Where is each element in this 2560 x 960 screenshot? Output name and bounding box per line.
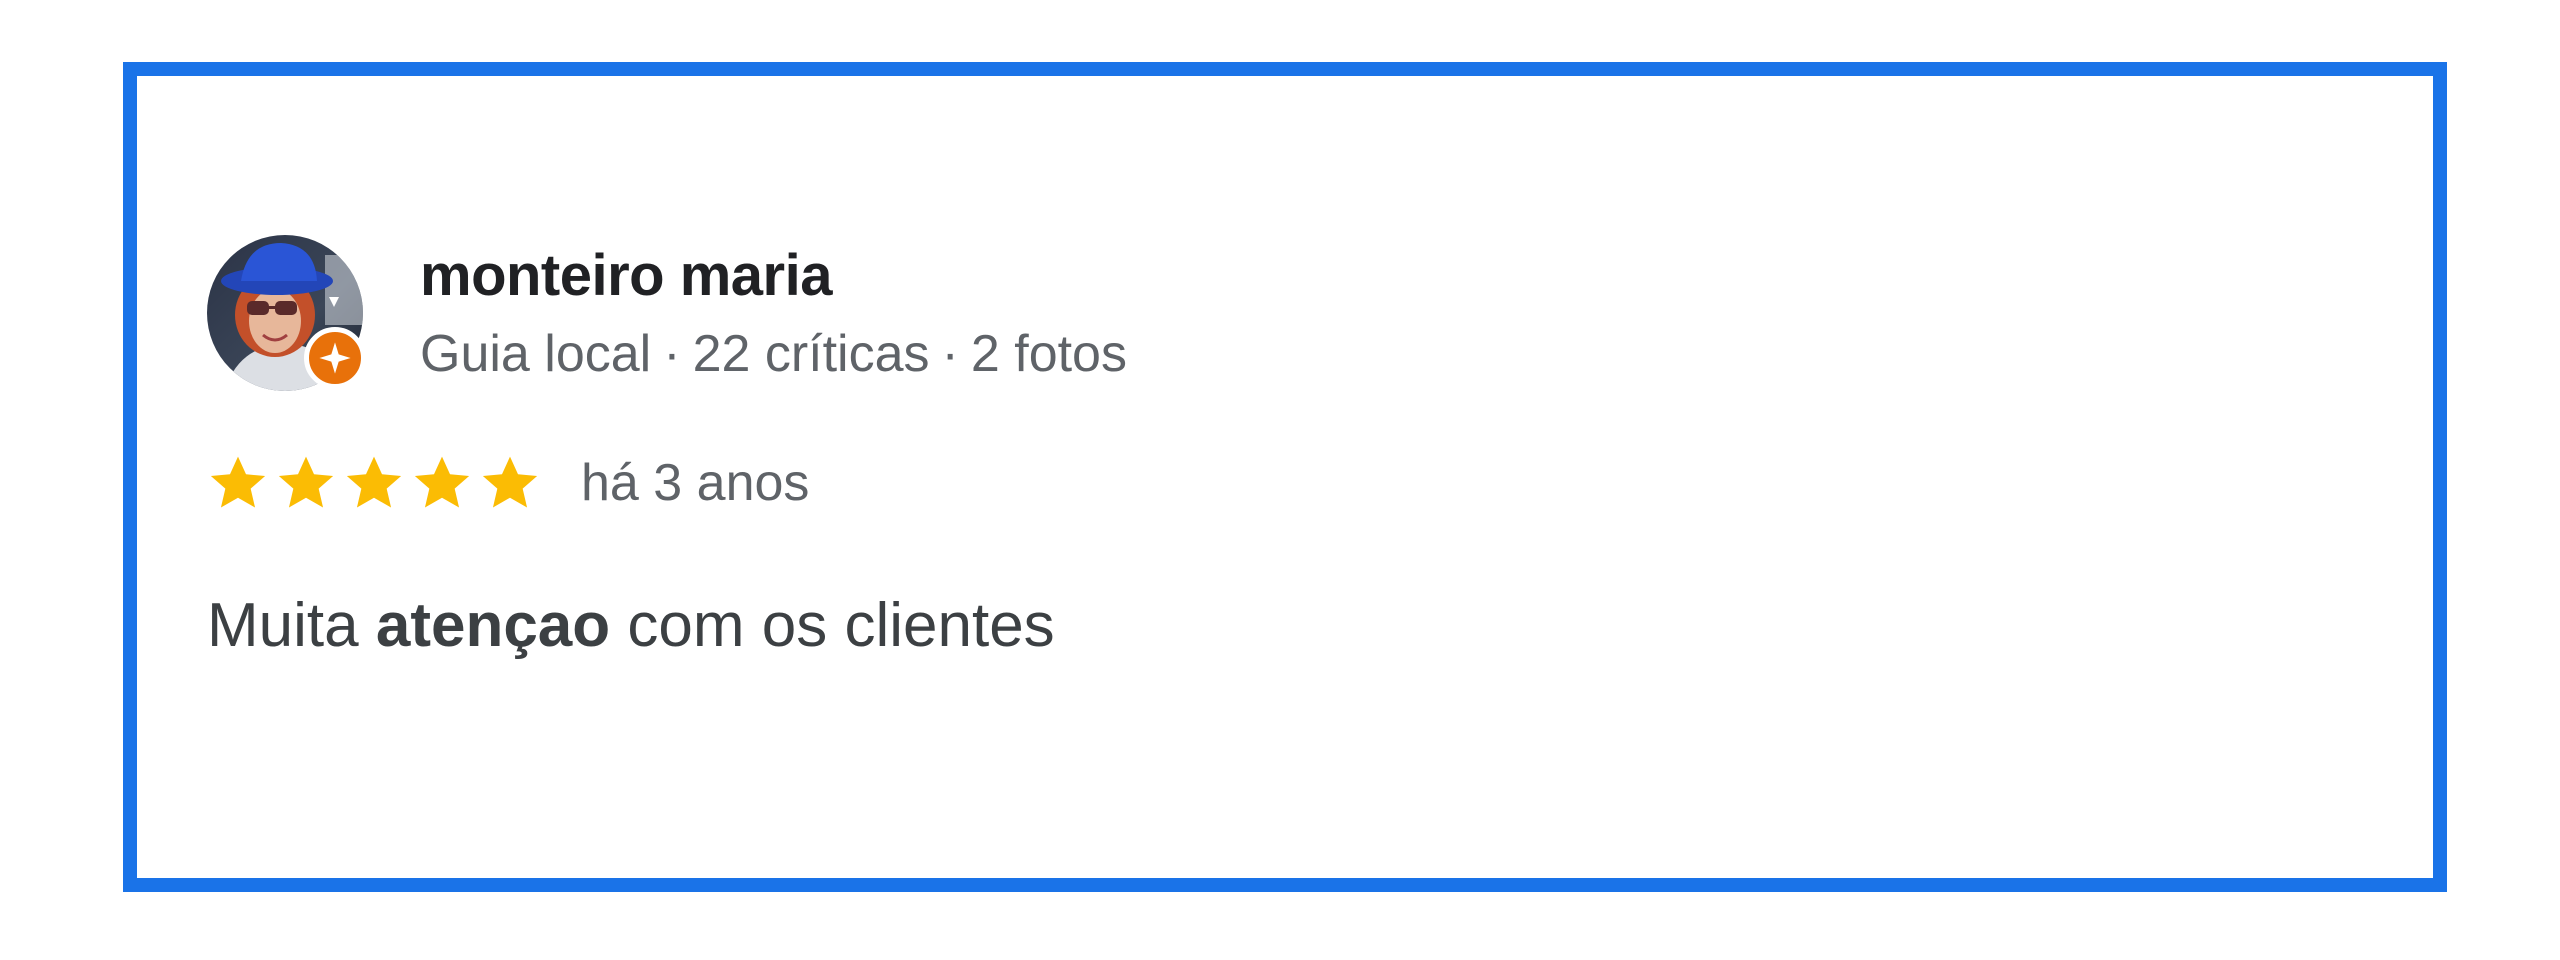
author-avatar[interactable] [207,235,366,391]
star-icon [207,452,269,514]
author-name[interactable]: monteiro maria [420,236,833,316]
review-count: 22 críticas [692,325,930,383]
local-guide-label: Guia local [420,325,652,383]
review-text-highlight: atençao [375,591,611,660]
star-icon [411,452,473,514]
review-time: há 3 anos [581,454,810,512]
review-rating: há 3 anos [207,448,809,518]
star-icon [479,452,541,514]
star-icon [343,452,405,514]
author-meta: Guia local · 22 críticas · 2 fotos [420,318,1127,390]
review-text-end: com os clientes [610,591,1055,660]
review-text-start: Muita [207,591,376,660]
star-rating [207,452,547,514]
local-guide-badge-icon [304,327,366,389]
star-icon [275,452,337,514]
photo-count: 2 fotos [970,325,1127,383]
meta-separator: · [663,325,681,383]
review-text: Muita atençao com os clientes [207,583,1055,669]
meta-separator: · [941,325,959,383]
